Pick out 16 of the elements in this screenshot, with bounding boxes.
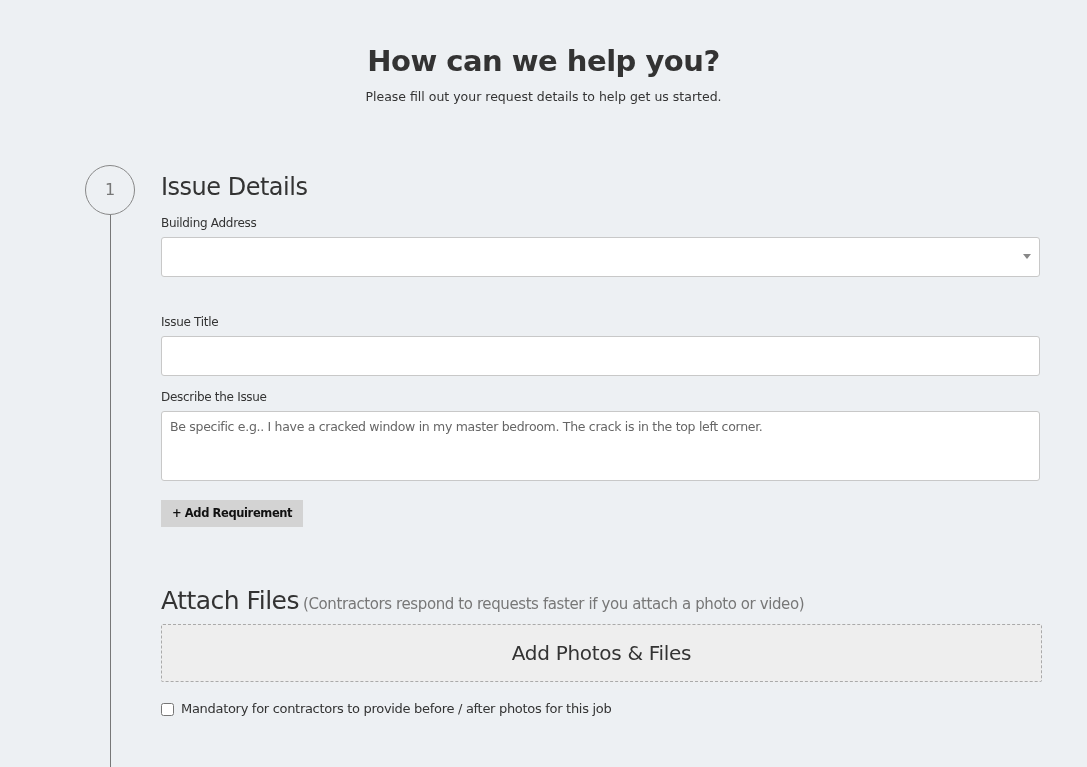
page-subtitle: Please fill out your request details to help get us started. (364, 87, 723, 106)
page-title: How can we help you? (366, 44, 721, 79)
dropdown-field[interactable] (161, 236, 1040, 277)
field-label: Building Address (161, 214, 257, 232)
field-label: Describe the Issue (161, 388, 267, 406)
file-dropzone[interactable]: Add Photos & Files (161, 624, 1042, 683)
add-requirement-button[interactable]: + Add Requirement (161, 499, 304, 527)
section-title: Attach Files (161, 584, 299, 617)
caret-icon (1023, 254, 1031, 260)
description-field[interactable]: Be specific e.g.. I have a cracked window in my master bedroom. The crack is in the top left corner. (161, 410, 1040, 481)
text-field[interactable] (161, 335, 1040, 376)
field-label: Issue Title (161, 313, 219, 331)
checkbox[interactable] (161, 702, 174, 716)
section-title: Issue Details (161, 173, 309, 200)
hint-text: (Contractors respond to requests faster if you attach a photo or video) (303, 593, 805, 615)
checkbox-label: Mandatory for contractors to provide before / after photos for this job (181, 700, 612, 719)
